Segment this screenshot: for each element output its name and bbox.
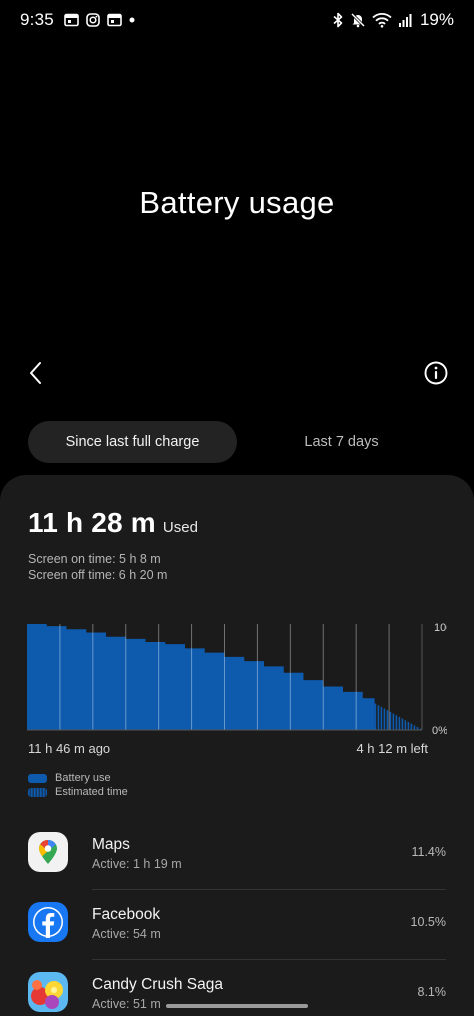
calendar-icon [64,13,79,27]
battery-percentage: 19% [419,10,454,29]
used-summary: 11 h 28 m Used [28,507,198,539]
calendar-icon [107,13,122,27]
battery-use-area [27,624,375,730]
signal-icon [398,13,412,27]
estimated-time-area [374,703,422,730]
app-active-time: Active: 51 m [92,997,161,1011]
legend-battery-use-label: Battery use [55,772,111,784]
info-icon [424,361,448,385]
candy-crush-icon [28,972,68,1012]
legend-estimated: Estimated time [28,785,128,799]
chart-legend: Battery use Estimated time [28,771,128,799]
legend-estimated-label: Estimated time [55,786,128,798]
estimated-bar [407,721,410,730]
used-label: Used [162,519,198,536]
back-button[interactable] [22,358,50,388]
tab-since-last-full-charge[interactable]: Since last full charge [28,421,237,463]
estimated-bar [386,710,389,730]
list-item[interactable]: Facebook Active: 54 m 10.5% [0,890,474,960]
app-percentage: 10.5% [410,915,446,929]
wifi-icon [372,13,392,28]
app-usage-list: Maps Active: 1 h 19 m 11.4% Facebook Act… [0,820,474,1016]
y-tick-bottom: 0% [432,725,447,737]
facebook-icon [28,902,68,942]
estimated-bar [413,725,416,730]
tab-last-7-days[interactable]: Last 7 days [237,421,446,463]
bluetooth-icon [333,12,343,28]
app-percentage: 8.1% [417,985,447,999]
maps-icon [28,832,68,872]
system-icons: 19% [332,10,454,30]
estimated-bar [395,715,398,730]
instagram-icon [86,13,100,27]
app-name: Facebook [92,906,161,923]
legend-swatch-solid [28,773,47,783]
used-time-value: 11 h 28 m [28,507,156,538]
screen-on-time: Screen on time: 5 h 8 m [28,552,161,566]
home-indicator[interactable] [166,1004,308,1008]
app-active-time: Active: 1 h 19 m [92,857,182,871]
estimated-bar [377,705,380,730]
estimated-bar [392,713,395,730]
mute-icon [350,12,366,28]
estimated-bar [410,723,413,730]
app-name: Candy Crush Saga [92,976,223,993]
chart-start-label: 11 h 46 m ago [28,741,111,756]
y-tick-top: 100 [434,622,447,634]
status-bar: 9:35 19% [0,0,474,40]
notification-dot-icon [129,17,135,23]
list-item[interactable]: Maps Active: 1 h 19 m 11.4% [0,820,474,890]
info-button[interactable] [422,359,450,387]
estimated-bar [401,718,404,730]
estimated-bar [389,711,392,730]
estimated-bar [398,716,401,730]
legend-swatch-hatched [28,787,47,797]
battery-usage-card: 11 h 28 m Used Screen on time: 5 h 8 m S… [0,475,474,1016]
status-time: 9:35 [20,10,54,29]
period-tabs: Since last full charge Last 7 days [28,421,446,463]
estimated-bar [383,708,386,730]
app-name: Maps [92,836,130,853]
notification-icons [64,13,135,27]
page-title: Battery usage [139,185,335,220]
app-percentage: 11.4% [411,845,446,859]
estimated-bar [374,703,377,730]
app-active-time: Active: 54 m [92,927,161,941]
chart-end-label: 4 h 12 m left [356,741,428,756]
screen-off-time: Screen off time: 6 h 20 m [28,568,168,582]
battery-usage-chart[interactable]: 100 0% [27,620,447,738]
estimated-bar [380,706,383,730]
legend-battery-use: Battery use [28,771,128,785]
estimated-bar [404,720,407,730]
chevron-left-icon [30,362,41,384]
